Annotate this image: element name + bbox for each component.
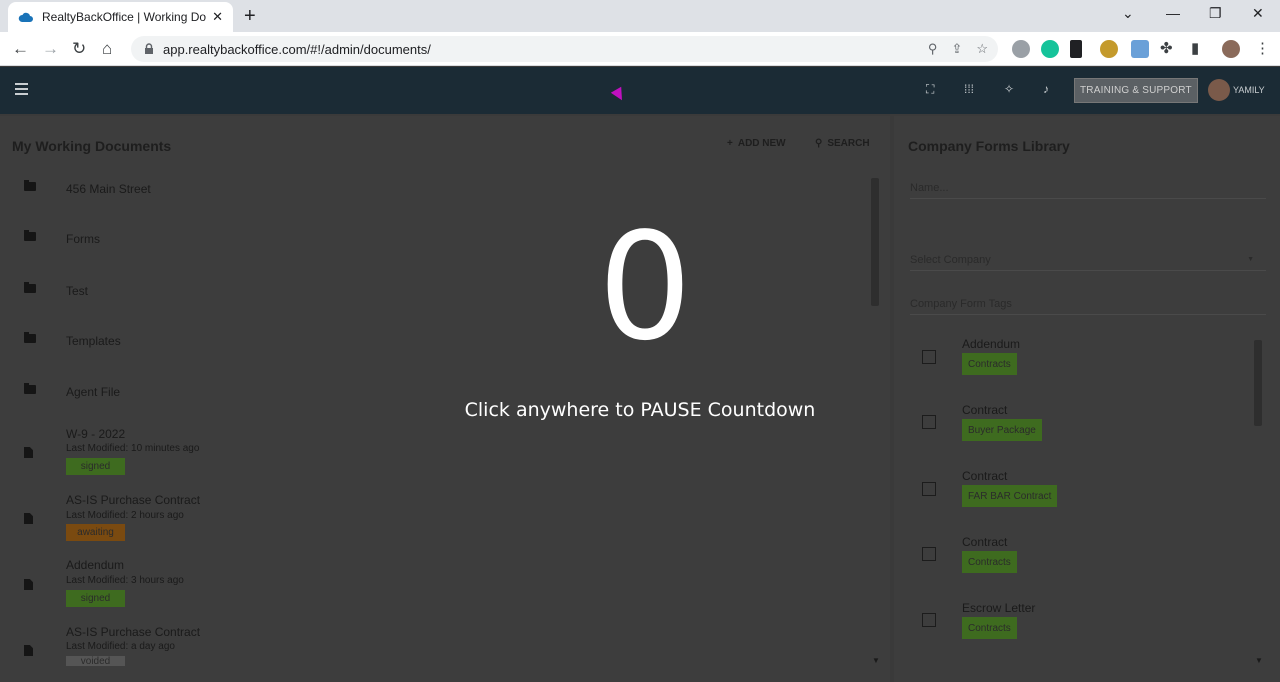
browser-toolbar: ← → ↻ ⌂ app.realtybackoffice.com/#!/admi… — [0, 32, 1280, 66]
extension-icon[interactable] — [1070, 40, 1082, 58]
tab-search-icon[interactable]: ⌄ — [1122, 5, 1134, 22]
grammarly-icon[interactable] — [1041, 40, 1059, 58]
cloud-icon — [18, 9, 34, 25]
document-name[interactable]: W-9 - 2022 — [66, 427, 125, 441]
form-name[interactable]: Contract — [962, 535, 1007, 549]
add-new-button[interactable]: + ADD NEW — [727, 138, 786, 149]
document-icon — [24, 447, 33, 458]
scroll-down-icon[interactable]: ▼ — [872, 656, 880, 665]
close-tab-icon[interactable]: ✕ — [212, 9, 223, 25]
status-badge: voided — [66, 656, 125, 666]
form-checkbox[interactable] — [922, 547, 936, 561]
chevron-down-icon: ▼ — [1247, 256, 1254, 263]
profile-avatar[interactable] — [1222, 40, 1240, 58]
folder-icon — [24, 180, 36, 191]
menu-dots-icon[interactable]: ⋮ — [1255, 39, 1270, 57]
lightbulb-icon[interactable]: ✧ — [1004, 82, 1014, 96]
folder-icon — [24, 383, 36, 394]
form-tags-input[interactable]: Company Form Tags — [910, 298, 1266, 315]
document-icon — [24, 513, 33, 524]
form-name[interactable]: Escrow Letter — [962, 601, 1035, 615]
close-window-icon[interactable]: ✕ — [1252, 5, 1264, 22]
browser-tab[interactable]: RealtyBackOffice | Working Docu ✕ — [8, 2, 233, 32]
form-tag: Contracts — [962, 551, 1017, 573]
share-icon[interactable]: ⇪ — [951, 41, 962, 57]
document-icon — [24, 579, 33, 590]
restore-icon[interactable]: ❐ — [1209, 5, 1222, 22]
status-badge: signed — [66, 590, 125, 607]
form-tag: Contracts — [962, 617, 1017, 639]
document-name[interactable]: AS-IS Purchase Contract — [66, 493, 200, 507]
scroll-down-icon[interactable]: ▼ — [1255, 656, 1263, 665]
form-checkbox[interactable] — [922, 482, 936, 496]
form-checkbox[interactable] — [922, 613, 936, 627]
form-tag: Contracts — [962, 353, 1017, 375]
apps-grid-icon[interactable]: ⁞⁞⁞ — [964, 82, 974, 96]
document-name[interactable]: Addendum — [66, 558, 124, 572]
status-badge: signed — [66, 458, 125, 475]
select-company-dropdown[interactable]: Select Company ▼ — [910, 254, 1266, 271]
zoom-icon[interactable]: ⚲ — [928, 41, 938, 57]
search-icon: ⚲ — [815, 138, 823, 149]
form-name[interactable]: Contract — [962, 469, 1007, 483]
folder-item[interactable]: Agent File — [66, 385, 120, 399]
address-bar[interactable]: app.realtybackoffice.com/#!/admin/docume… — [131, 36, 998, 62]
form-tag: Buyer Package — [962, 419, 1042, 441]
countdown-number[interactable]: 0 — [540, 212, 750, 362]
scrollbar[interactable] — [871, 178, 879, 306]
hamburger-menu-icon[interactable] — [15, 83, 28, 96]
url-text: app.realtybackoffice.com/#!/admin/docume… — [163, 41, 431, 57]
document-modified: Last Modified: a day ago — [66, 641, 175, 652]
name-input[interactable]: Name... — [910, 182, 1266, 199]
panel-title: My Working Documents — [12, 138, 172, 154]
folder-item[interactable]: Templates — [66, 334, 121, 348]
user-name[interactable]: YAMILY — [1233, 85, 1265, 95]
plus-icon: + — [727, 138, 733, 149]
extension-icon[interactable] — [1012, 40, 1030, 58]
panel-title: Company Forms Library — [908, 138, 1070, 154]
form-tag: FAR BAR Contract — [962, 485, 1058, 507]
back-icon[interactable]: ← — [12, 39, 29, 59]
bell-icon[interactable]: ♪ — [1043, 82, 1049, 96]
extension-icon[interactable] — [1100, 40, 1118, 58]
reload-icon[interactable]: ↻ — [72, 39, 86, 59]
document-modified: Last Modified: 10 minutes ago — [66, 443, 200, 454]
status-badge: awaiting — [66, 524, 125, 541]
folder-item[interactable]: 456 Main Street — [66, 182, 151, 196]
puzzle-icon[interactable]: ✤ — [1160, 39, 1173, 57]
document-modified: Last Modified: 3 hours ago — [66, 575, 184, 586]
form-checkbox[interactable] — [922, 415, 936, 429]
home-icon[interactable]: ⌂ — [102, 39, 112, 59]
folder-item[interactable]: Forms — [66, 232, 100, 246]
document-icon — [24, 645, 33, 656]
app-header: ⛶ ⁞⁞⁞ ✧ ♪ TRAINING & SUPPORT YAMILY — [0, 67, 1280, 114]
form-name[interactable]: Contract — [962, 403, 1007, 417]
folder-icon — [24, 282, 36, 293]
scrollbar[interactable] — [1254, 340, 1262, 426]
extension-icon[interactable] — [1131, 40, 1149, 58]
folder-item[interactable]: Test — [66, 284, 88, 298]
form-checkbox[interactable] — [922, 350, 936, 364]
browser-tab-bar: RealtyBackOffice | Working Docu ✕ + ⌄ — … — [0, 0, 1280, 32]
avatar[interactable] — [1208, 79, 1230, 101]
folder-icon — [24, 230, 36, 241]
tab-title: RealtyBackOffice | Working Docu — [42, 10, 207, 24]
folder-icon — [24, 332, 36, 343]
form-name[interactable]: Addendum — [962, 337, 1020, 351]
side-panel-icon[interactable]: ▮ — [1191, 39, 1199, 57]
company-forms-panel: Company Forms Library Name... Select Com… — [894, 116, 1280, 682]
search-button[interactable]: ⚲ SEARCH — [815, 138, 870, 149]
pause-countdown-message[interactable]: Click anywhere to PAUSE Countdown — [420, 399, 860, 421]
bookmark-star-icon[interactable]: ☆ — [976, 41, 988, 57]
lock-icon — [145, 43, 153, 54]
fullscreen-icon[interactable]: ⛶ — [926, 82, 934, 97]
new-tab-icon[interactable]: + — [244, 5, 256, 28]
minimize-icon[interactable]: — — [1166, 5, 1180, 21]
forward-icon[interactable]: → — [42, 39, 59, 59]
document-name[interactable]: AS-IS Purchase Contract — [66, 625, 200, 639]
document-modified: Last Modified: 2 hours ago — [66, 510, 184, 521]
training-support-button[interactable]: TRAINING & SUPPORT — [1074, 78, 1198, 103]
